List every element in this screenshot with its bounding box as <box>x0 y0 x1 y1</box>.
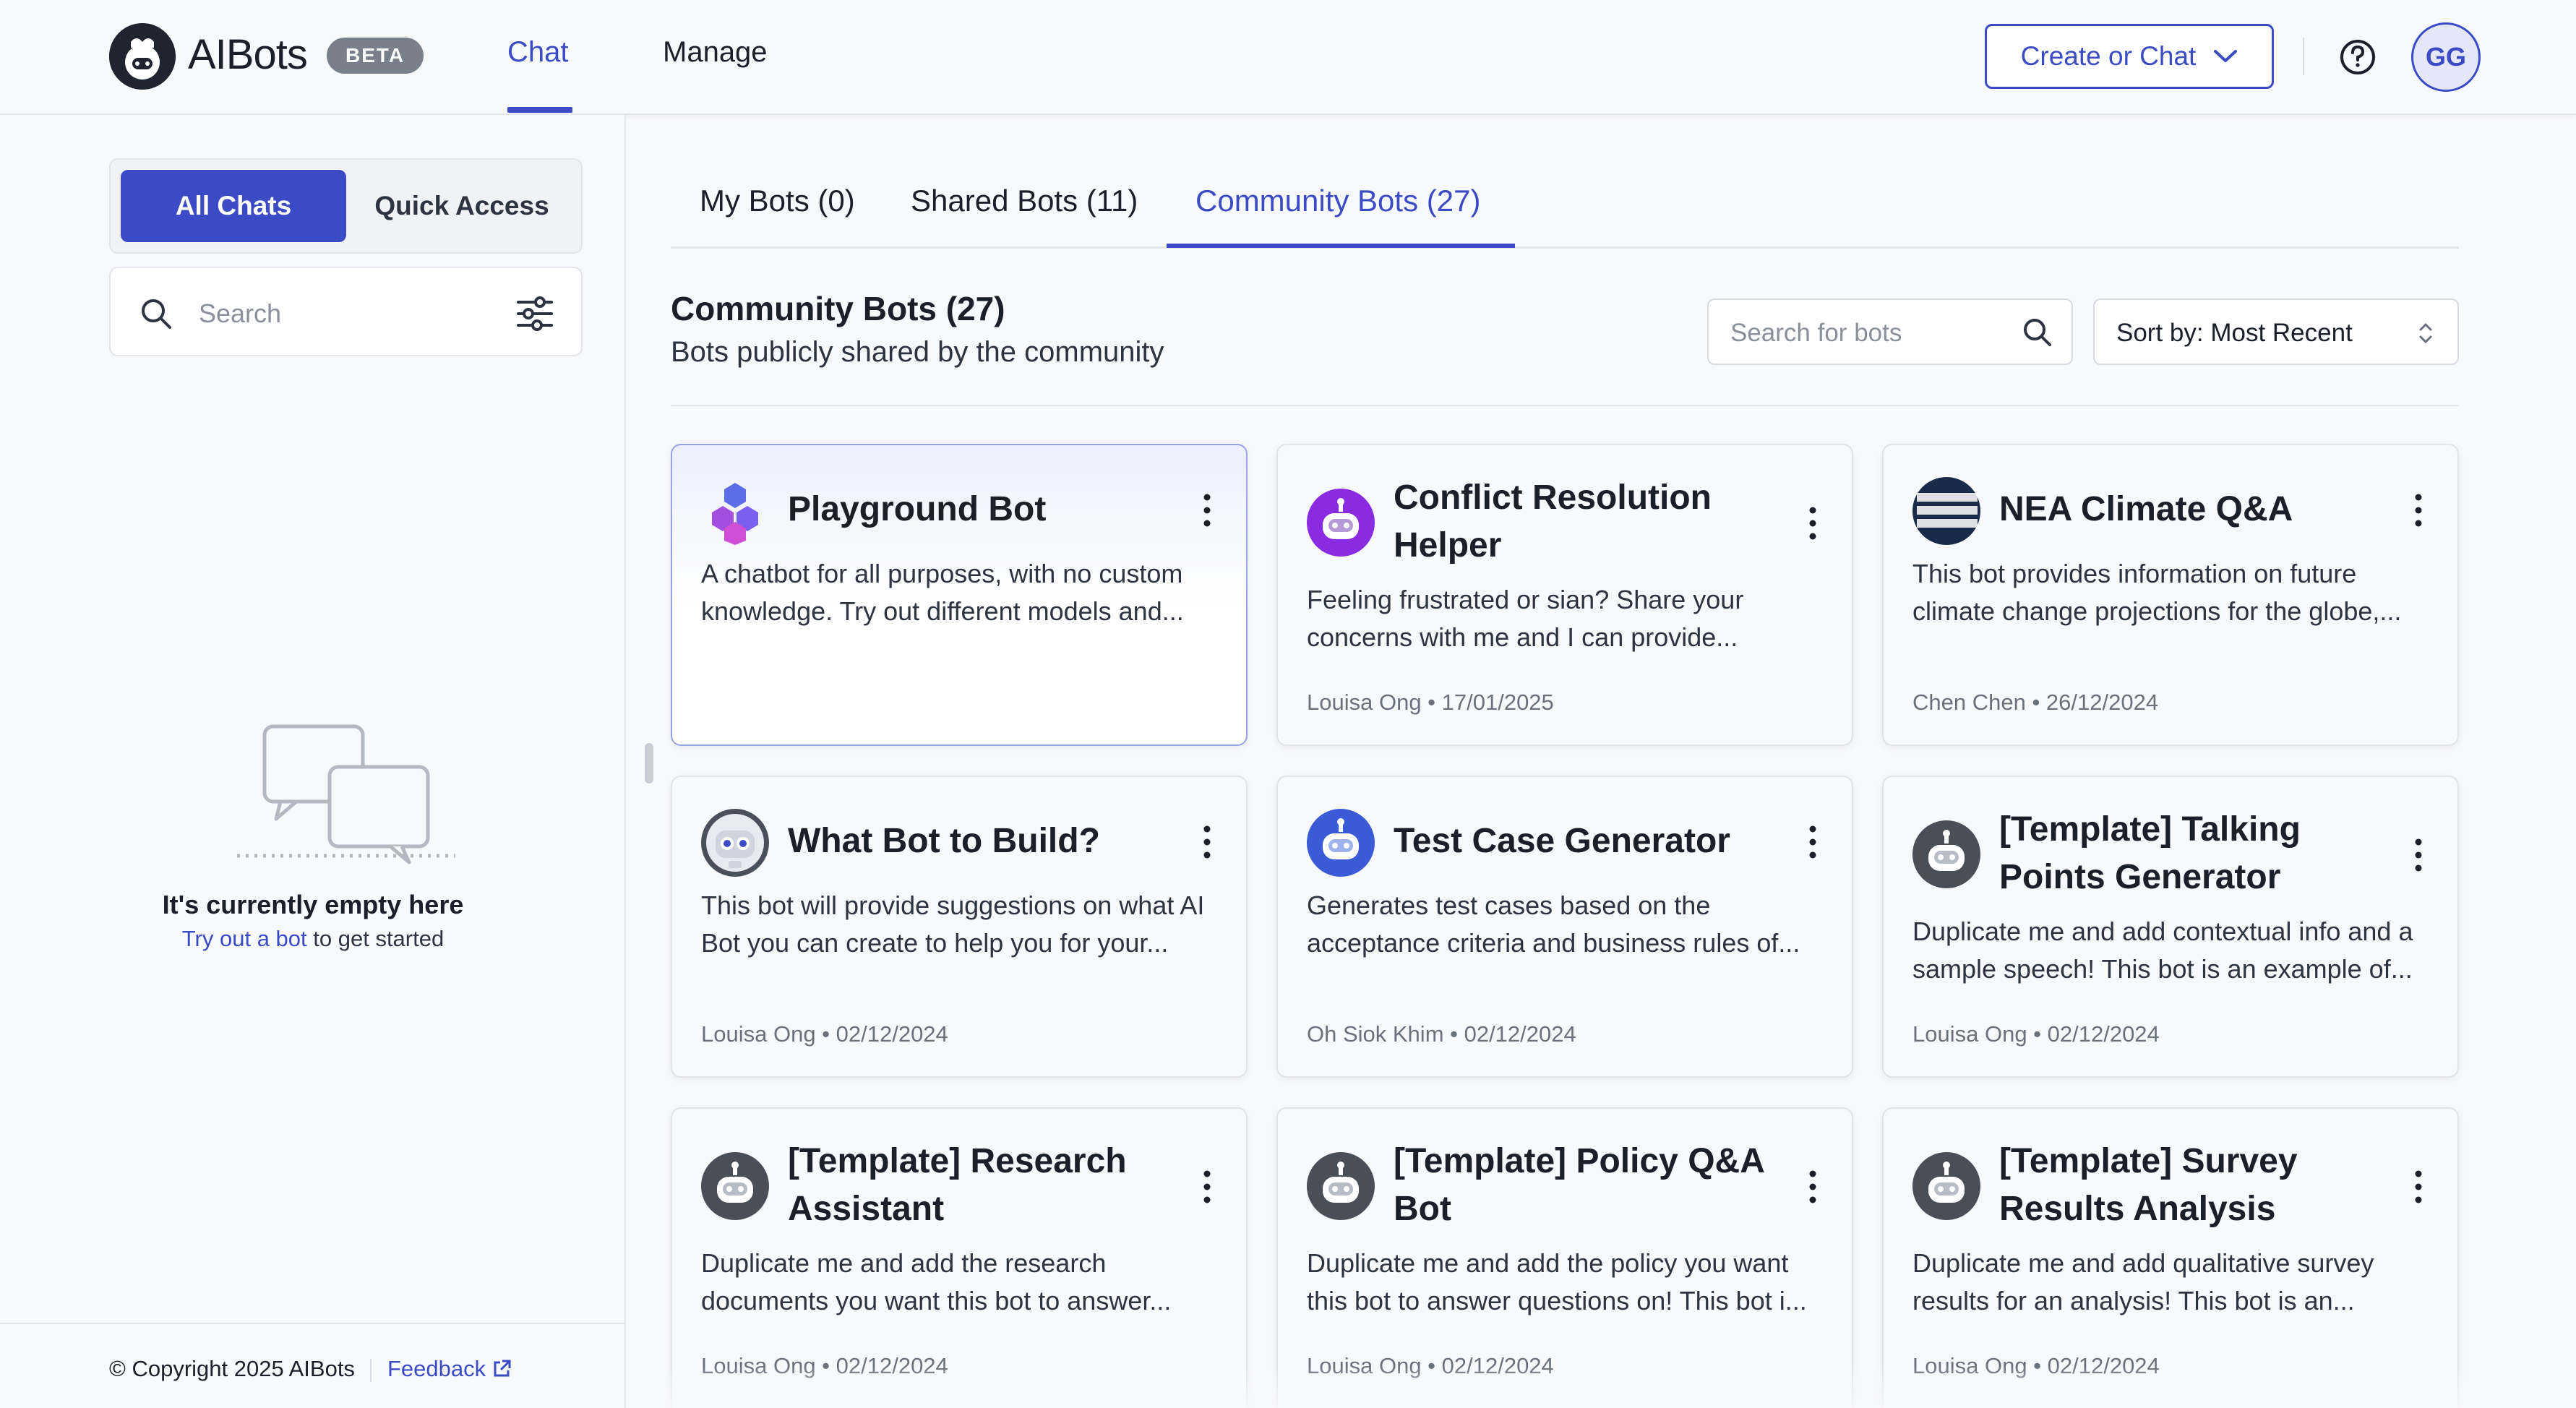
all-chats-button[interactable]: All Chats <box>121 170 346 242</box>
create-or-chat-label: Create or Chat <box>2020 41 2197 71</box>
card-title: [Template] Talking Points Generator <box>1999 810 2301 896</box>
empty-state-title: It's currently empty here <box>162 890 464 919</box>
card-title: What Bot to Build? <box>788 822 1100 860</box>
blue-robot-icon <box>1307 809 1375 877</box>
robot-icon <box>1912 820 1980 888</box>
chat-search-input[interactable]: Search <box>109 267 583 356</box>
empty-chat-illustration <box>237 724 455 864</box>
bot-card-nea-climate[interactable]: NEA Climate Q&A This bot provides inform… <box>1882 444 2459 746</box>
card-meta: Louisa Ong • 02/12/2024 <box>701 1021 948 1047</box>
cute-robot-icon <box>701 809 769 877</box>
more-vertical-icon[interactable] <box>1798 1165 1827 1209</box>
header-divider <box>2303 38 2304 75</box>
card-description: Duplicate me and add qualitative survey … <box>1912 1248 2374 1315</box>
card-title: Test Case Generator <box>1394 822 1730 860</box>
bot-tabs: My Bots (0) Shared Bots (11) Community B… <box>671 168 2459 249</box>
bot-card-conflict-resolution[interactable]: Conflict Resolution Helper Feeling frust… <box>1276 444 1853 746</box>
more-vertical-icon[interactable] <box>2404 489 2433 532</box>
bot-search-placeholder: Search for bots <box>1730 319 1902 347</box>
try-out-bot-link[interactable]: Try out a bot <box>182 926 307 951</box>
nav-tab-manage[interactable]: Manage <box>663 36 768 69</box>
copyright-text: © Copyright 2025 AIBots <box>109 1356 355 1381</box>
more-vertical-icon[interactable] <box>1798 820 1827 864</box>
aibots-logo-icon[interactable] <box>109 23 176 90</box>
more-vertical-icon[interactable] <box>1798 502 1827 545</box>
meteorological-service-logo <box>1912 477 1980 545</box>
nav-tab-chat[interactable]: Chat <box>507 36 569 69</box>
filter-sliders-icon[interactable] <box>515 296 554 332</box>
bot-search-input[interactable]: Search for bots <box>1707 299 2073 365</box>
more-vertical-icon[interactable] <box>2404 833 2433 877</box>
card-title: Conflict Resolution Helper <box>1394 478 1712 565</box>
card-title: [Template] Research Assistant <box>788 1142 1127 1228</box>
quick-access-button[interactable]: Quick Access <box>349 170 575 242</box>
more-vertical-icon[interactable] <box>1193 1165 1222 1209</box>
bot-card-talking-points[interactable]: [Template] Talking Points Generator Dupl… <box>1882 776 2459 1078</box>
chat-filter-segment: All Chats Quick Access <box>109 158 583 254</box>
card-title: NEA Climate Q&A <box>1999 490 2293 528</box>
sidebar-footer: © Copyright 2025 AIBots Feedback <box>0 1323 626 1408</box>
nav-active-indicator <box>507 107 572 113</box>
more-vertical-icon[interactable] <box>1193 489 1222 532</box>
feedback-link[interactable]: Feedback <box>387 1356 512 1382</box>
robot-icon <box>701 1152 769 1220</box>
chat-search-placeholder: Search <box>199 299 282 328</box>
card-description: Generates test cases based on the accept… <box>1307 890 1800 958</box>
bot-card-test-case-generator[interactable]: Test Case Generator Generates test cases… <box>1276 776 1853 1078</box>
create-or-chat-button[interactable]: Create or Chat <box>1985 24 2274 89</box>
sort-updown-icon <box>2419 323 2432 343</box>
card-title: [Template] Policy Q&A Bot <box>1394 1142 1764 1228</box>
external-link-icon <box>494 1360 511 1377</box>
section-divider <box>671 405 2459 406</box>
chevron-down-icon <box>2214 50 2238 62</box>
card-meta: Oh Siok Khim • 02/12/2024 <box>1307 1021 1576 1047</box>
more-vertical-icon[interactable] <box>1193 820 1222 864</box>
bot-card-playground[interactable]: Playground Bot A chatbot for all purpose… <box>671 444 1248 746</box>
card-description: Feeling frustrated or sian? Share your c… <box>1307 585 1744 652</box>
section-title: Community Bots (27) <box>671 290 1005 327</box>
tab-active-indicator <box>1167 244 1515 248</box>
scroll-fade <box>626 1366 2576 1408</box>
card-title: [Template] Survey Results Analysis <box>1999 1142 2298 1228</box>
bot-card-policy-qa[interactable]: [Template] Policy Q&A Bot Duplicate me a… <box>1276 1107 1853 1408</box>
card-description: Duplicate me and add the research docume… <box>701 1248 1172 1315</box>
bot-card-what-bot-to-build[interactable]: What Bot to Build? This bot will provide… <box>671 776 1248 1078</box>
card-description: Duplicate me and add contextual info and… <box>1912 917 2413 984</box>
help-icon[interactable] <box>2339 38 2377 76</box>
sidebar-resize-handle[interactable] <box>645 743 653 784</box>
search-icon <box>142 299 171 329</box>
empty-state-suffix: to get started <box>306 926 445 951</box>
card-description: This bot provides information on future … <box>1912 559 2402 626</box>
tab-community-bots[interactable]: Community Bots (27) <box>1195 184 1480 218</box>
section-subtitle: Bots publicly shared by the community <box>671 336 1164 368</box>
more-vertical-icon[interactable] <box>2404 1165 2433 1209</box>
feedback-label: Feedback <box>387 1356 486 1381</box>
search-icon <box>2024 319 2051 346</box>
beta-badge: BETA <box>327 38 424 74</box>
app-name: AIBots <box>188 31 308 78</box>
top-header: AIBots BETA Chat Manage Create or Chat G… <box>0 0 2576 115</box>
empty-state-subtitle: Try out a bot to get started <box>0 926 626 952</box>
bot-card-survey-results[interactable]: [Template] Survey Results Analysis Dupli… <box>1882 1107 2459 1408</box>
card-description: This bot will provide suggestions on wha… <box>701 890 1205 958</box>
user-avatar[interactable]: GG <box>2411 22 2481 92</box>
cubes-icon <box>712 483 758 545</box>
tab-shared-bots[interactable]: Shared Bots (11) <box>911 184 1138 218</box>
card-description: A chatbot for all purposes, with no cust… <box>701 559 1184 626</box>
footer-separator <box>370 1359 372 1382</box>
sort-select[interactable]: Sort by: Most Recent <box>2093 299 2459 365</box>
bot-card-research-assistant[interactable]: [Template] Research Assistant Duplicate … <box>671 1107 1248 1408</box>
card-meta: Louisa Ong • 02/12/2024 <box>1912 1021 2160 1047</box>
card-meta: Chen Chen • 26/12/2024 <box>1912 690 2159 715</box>
purple-robot-icon <box>1307 489 1375 557</box>
card-meta: Louisa Ong • 17/01/2025 <box>1307 690 1554 715</box>
tab-my-bots[interactable]: My Bots (0) <box>700 184 855 218</box>
sort-label: Sort by: Most Recent <box>2116 319 2353 347</box>
sidebar: All Chats Quick Access Search It's curre… <box>0 115 626 1408</box>
card-description: Duplicate me and add the policy you want… <box>1307 1248 1807 1315</box>
robot-icon <box>1307 1152 1375 1220</box>
card-title: Playground Bot <box>788 490 1047 528</box>
robot-icon <box>1912 1152 1980 1220</box>
